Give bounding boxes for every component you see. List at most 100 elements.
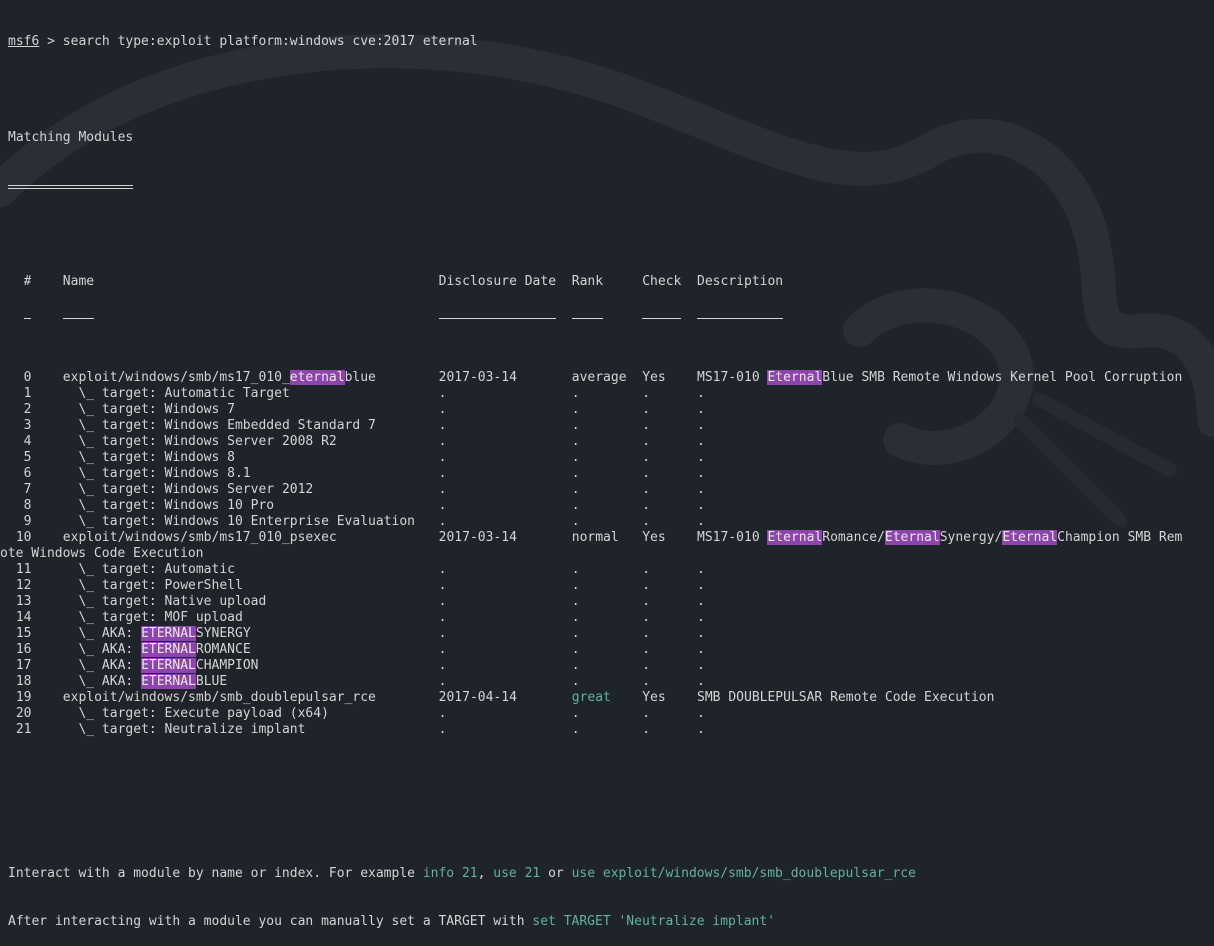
- section-underline: [8, 178, 916, 194]
- search-highlight: Eternal: [1002, 530, 1058, 545]
- table-row[interactable]: 9 \_ target: Windows 10 Enterprise Evalu…: [8, 514, 916, 530]
- disclosure-date: .: [438, 514, 447, 529]
- table-row[interactable]: 4 \_ target: Windows Server 2008 R2....: [8, 434, 916, 450]
- description: .: [697, 722, 705, 737]
- rank: .: [571, 482, 580, 497]
- column-header: Check: [642, 274, 682, 289]
- column-header-underline: [697, 318, 784, 319]
- table-row[interactable]: 16 \_ AKA: ETERNALROMANCE....: [8, 642, 916, 658]
- table-row[interactable]: 17 \_ AKA: ETERNALCHAMPION....: [8, 658, 916, 674]
- row-number: 5: [23, 450, 32, 465]
- search-highlight: ETERNAL: [141, 658, 196, 673]
- section-title: Matching Modules: [8, 130, 134, 145]
- table-row[interactable]: 14 \_ target: MOF upload....: [8, 610, 916, 626]
- disclosure-date: .: [438, 418, 447, 433]
- column-header-underline: [642, 318, 682, 319]
- table-row[interactable]: 3 \_ target: Windows Embedded Standard 7…: [8, 418, 916, 434]
- description: .: [697, 450, 705, 465]
- table-header: # Name Disclosure Date Rank Check Description: [8, 274, 916, 290]
- check: .: [642, 578, 651, 593]
- description: .: [697, 626, 705, 641]
- row-number: 15: [15, 626, 32, 641]
- module-name: \_ AKA: ETERNALSYNERGY: [62, 626, 251, 641]
- column-header: #: [23, 274, 32, 289]
- description: .: [697, 674, 705, 689]
- table-row[interactable]: 7 \_ target: Windows Server 2012....: [8, 482, 916, 498]
- check: .: [642, 386, 651, 401]
- disclosure-date: .: [438, 722, 447, 737]
- description: MS17-010 EternalRomance/EternalSynergy/E…: [697, 530, 1183, 545]
- disclosure-date: .: [438, 482, 447, 497]
- disclosure-date: .: [438, 658, 447, 673]
- table-row[interactable]: 0 exploit/windows/smb/ms17_010_eternalblu…: [8, 370, 1182, 386]
- table-row[interactable]: 20 \_ target: Execute payload (x64)....: [8, 706, 916, 722]
- column-header-underline: [438, 318, 557, 319]
- description: .: [697, 466, 705, 481]
- disclosure-date: .: [438, 386, 447, 401]
- module-name: \_ target: Windows Server 2008 R2: [62, 434, 337, 449]
- row-number: 8: [23, 498, 32, 513]
- disclosure-date: .: [438, 466, 447, 481]
- disclosure-date: .: [438, 450, 447, 465]
- table-row[interactable]: 21 \_ target: Neutralize implant....: [8, 722, 916, 738]
- description: .: [697, 402, 705, 417]
- description: .: [697, 386, 705, 401]
- module-name: \_ target: Windows 10 Enterprise Evaluat…: [62, 514, 415, 529]
- row-number: 21: [15, 722, 32, 737]
- disclosure-date: .: [438, 674, 447, 689]
- description: .: [697, 594, 705, 609]
- column-header: Rank: [571, 274, 604, 289]
- rank: .: [571, 658, 580, 673]
- check: Yes: [642, 370, 666, 385]
- rank: .: [571, 722, 580, 737]
- terminal[interactable]: msf6 > search type:exploit platform:wind…: [0, 2, 1182, 946]
- table-row[interactable]: 11 \_ target: Automatic....: [8, 562, 916, 578]
- table-row[interactable]: 13 \_ target: Native upload....: [8, 594, 916, 610]
- module-name: \_ AKA: ETERNALBLUE: [62, 674, 228, 689]
- search-highlight: Eternal: [767, 530, 823, 545]
- disclosure-date: 2017-03-14: [438, 370, 517, 385]
- search-highlight: ETERNAL: [141, 626, 196, 641]
- row-number: 20: [15, 706, 32, 721]
- disclosure-date: .: [438, 626, 447, 641]
- column-header: Name: [62, 274, 95, 289]
- table-header-underline: [8, 318, 916, 338]
- table-row[interactable]: 12 \_ target: PowerShell....: [8, 578, 916, 594]
- disclosure-date: .: [438, 642, 447, 657]
- row-number: 17: [15, 658, 32, 673]
- row-number: 11: [15, 562, 32, 577]
- module-name: \_ target: PowerShell: [62, 578, 243, 593]
- footer-line-1: Interact with a module by name or index.…: [8, 866, 916, 882]
- table-row[interactable]: 1 \_ target: Automatic Target....: [8, 386, 916, 402]
- disclosure-date: .: [438, 434, 447, 449]
- rank: .: [571, 418, 580, 433]
- module-table: 0 exploit/windows/smb/ms17_010_eternalblu…: [0, 370, 1182, 738]
- rank: .: [571, 402, 580, 417]
- check: .: [642, 402, 651, 417]
- table-row[interactable]: 10 exploit/windows/smb/ms17_010_psexec 201…: [8, 530, 1182, 546]
- table-row[interactable]: 18 \_ AKA: ETERNALBLUE....: [8, 674, 916, 690]
- check: .: [642, 482, 651, 497]
- table-row[interactable]: 5 \_ target: Windows 8....: [8, 450, 916, 466]
- description: .: [697, 482, 705, 497]
- table-row[interactable]: 15 \_ AKA: ETERNALSYNERGY....: [8, 626, 916, 642]
- rank: .: [571, 498, 580, 513]
- column-header-underline: [571, 318, 604, 319]
- row-number: 3: [23, 418, 32, 433]
- row-number: 4: [23, 434, 32, 449]
- check: .: [642, 450, 651, 465]
- command-suggestion: info 21: [422, 866, 478, 881]
- row-number: 0: [23, 370, 32, 385]
- table-row[interactable]: 2 \_ target: Windows 7....: [8, 402, 916, 418]
- row-number: 1: [23, 386, 32, 401]
- table-row[interactable]: 19 exploit/windows/smb/smb_doublepulsar_r…: [8, 690, 995, 706]
- module-name: \_ target: Windows 10 Pro: [62, 498, 275, 513]
- description: .: [697, 498, 705, 513]
- rank: .: [571, 450, 580, 465]
- disclosure-date: .: [438, 402, 447, 417]
- rank: average: [571, 370, 627, 385]
- column-header-underline: [23, 318, 32, 319]
- table-row[interactable]: 8 \_ target: Windows 10 Pro....: [8, 498, 916, 514]
- table-row[interactable]: 6 \_ target: Windows 8.1....: [8, 466, 916, 482]
- check: .: [642, 434, 651, 449]
